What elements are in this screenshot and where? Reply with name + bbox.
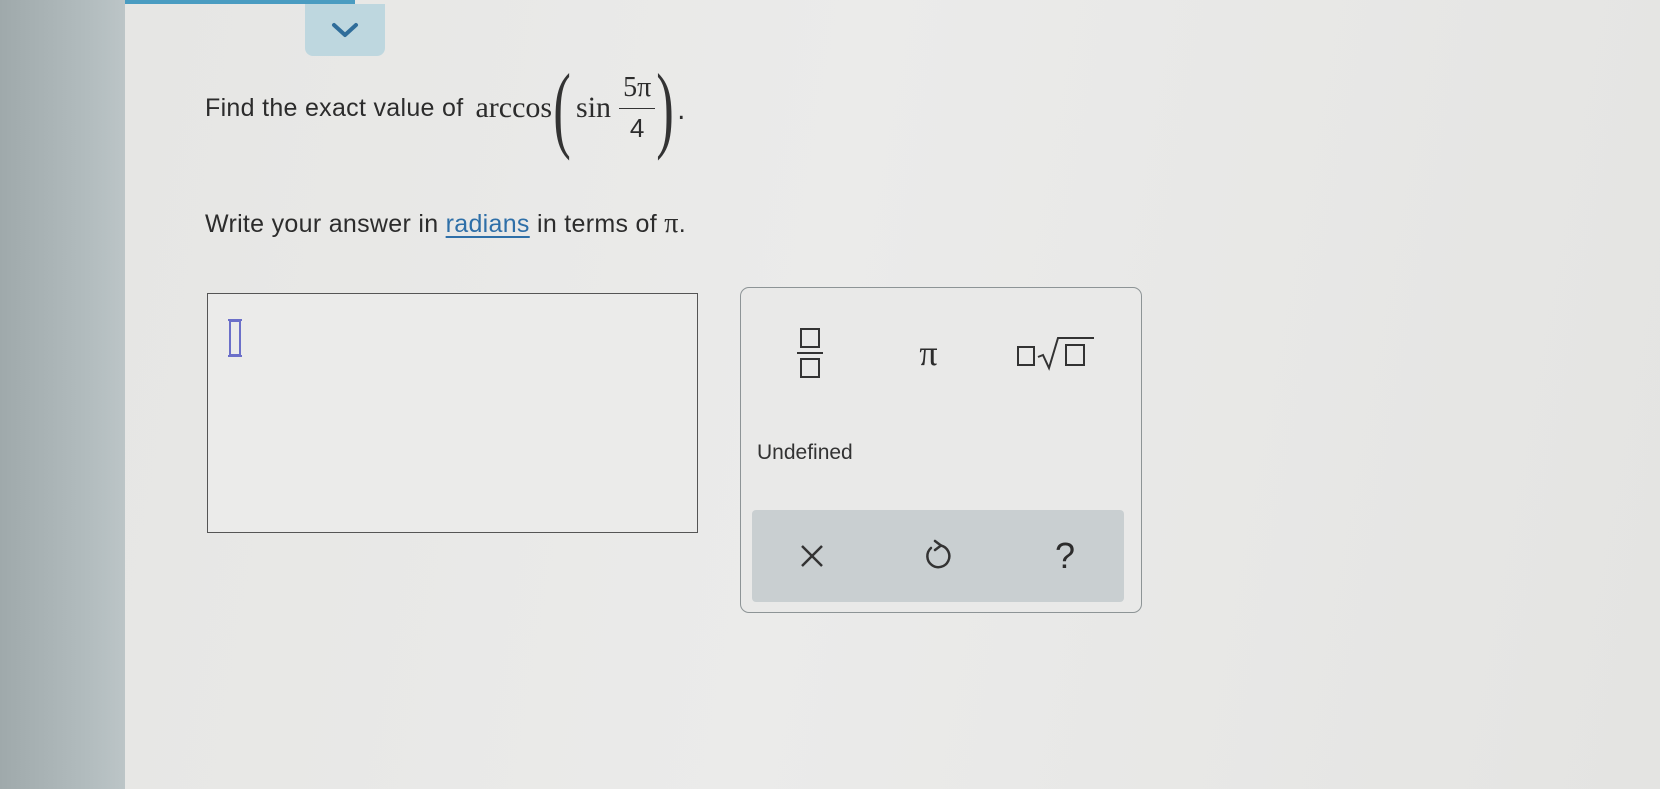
nth-root-button[interactable] <box>1011 318 1101 388</box>
close-icon <box>801 545 823 567</box>
undo-button[interactable] <box>907 524 967 588</box>
fraction-template-icon <box>797 328 823 378</box>
outer-function: arccos <box>475 91 553 124</box>
radians-link[interactable]: radians <box>446 210 530 238</box>
nth-root-template-icon <box>1017 337 1094 371</box>
question-prompt: Find the exact value of <box>205 93 464 122</box>
right-paren: ) <box>656 54 674 161</box>
clear-button[interactable] <box>782 524 842 588</box>
help-button[interactable]: ? <box>1035 524 1095 588</box>
pi-button[interactable]: π <box>901 318 956 388</box>
left-paren: ( <box>553 54 571 161</box>
angle-fraction: 5π 4 <box>619 71 656 145</box>
question-text: Find the exact value of arccos ( sin 5π … <box>205 58 685 158</box>
text-cursor-icon <box>228 319 242 357</box>
instruction-before: Write your answer in <box>205 210 446 238</box>
inner-function: sin <box>576 91 612 124</box>
fraction-numerator: 5π <box>623 71 652 103</box>
fraction-denominator: 4 <box>629 113 645 144</box>
instruction-end: . <box>678 210 686 238</box>
undo-icon <box>926 539 951 569</box>
question-period: . <box>677 96 686 126</box>
keypad-action-bar: ? <box>752 510 1124 602</box>
collapse-button[interactable] <box>305 4 385 56</box>
instruction-text: Write your answer in radians in terms of… <box>205 208 686 240</box>
pi-symbol: π <box>664 208 679 239</box>
chevron-down-icon <box>332 23 358 37</box>
fraction-button[interactable] <box>786 318 834 388</box>
instruction-after: in terms of <box>529 210 665 238</box>
answer-input[interactable] <box>207 293 698 533</box>
math-keypad: π Undefined ? <box>740 287 1142 613</box>
screen-bezel <box>0 0 125 789</box>
undefined-button[interactable]: Undefined <box>751 436 859 470</box>
